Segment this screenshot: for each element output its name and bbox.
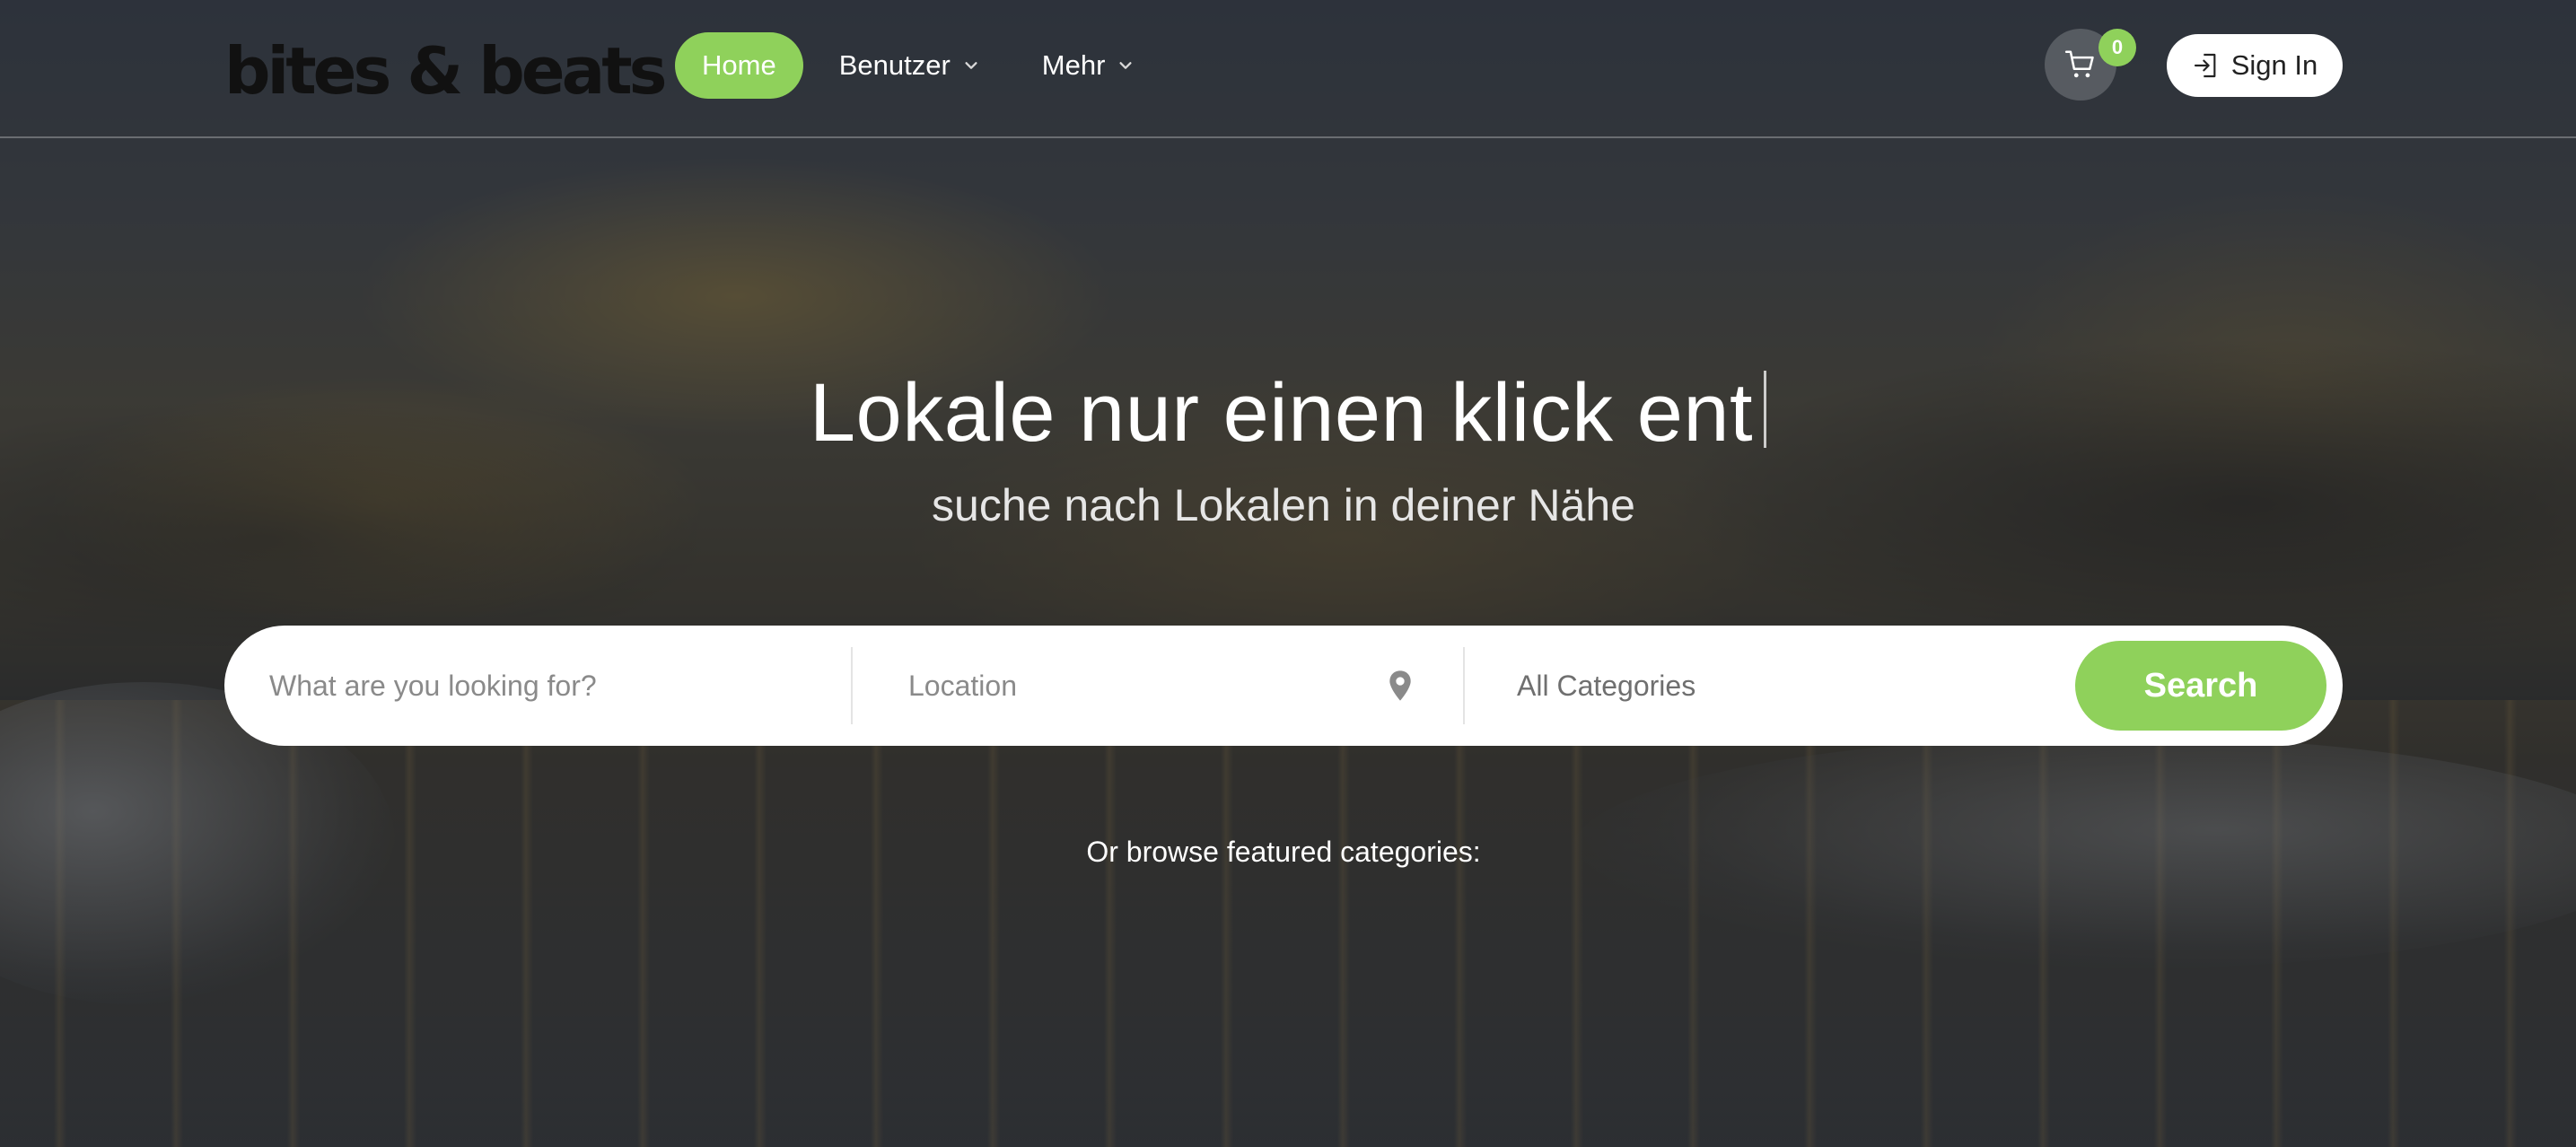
- main-nav: Home Benutzer Mehr: [675, 32, 1161, 99]
- shopping-cart-icon: [2064, 50, 2094, 78]
- sign-in-icon: [2194, 53, 2216, 78]
- search-divider: [1463, 647, 1465, 724]
- hero-title: Lokale nur einen klick ent: [0, 359, 2576, 467]
- sign-in-label: Sign In: [2230, 49, 2318, 81]
- location-field: [907, 626, 1373, 746]
- category-select-value: All Categories: [1517, 669, 1696, 702]
- map-pin-icon[interactable]: [1382, 668, 1418, 704]
- sign-in-button[interactable]: Sign In: [2167, 34, 2343, 97]
- browse-categories-label: Or browse featured categories:: [1086, 836, 1481, 868]
- site-logo[interactable]: bites & beats: [224, 31, 667, 111]
- hero-title-text: Lokale nur einen klick ent: [809, 367, 1754, 459]
- nav-item-benutzer[interactable]: Benutzer: [812, 32, 1006, 99]
- what-field: [267, 626, 824, 746]
- nav-item-label: Benutzer: [838, 49, 951, 81]
- hero-subtitle: suche nach Lokalen in deiner Nähe: [932, 480, 1635, 530]
- search-bar: All Categories Search: [224, 626, 2343, 746]
- nav-item-home[interactable]: Home: [675, 32, 803, 99]
- search-button[interactable]: Search: [2075, 641, 2326, 731]
- nav-item-mehr[interactable]: Mehr: [1015, 32, 1161, 99]
- search-input[interactable]: [267, 668, 824, 704]
- nav-item-label: Home: [702, 49, 776, 81]
- cart-count-badge: 0: [2098, 29, 2136, 66]
- chevron-down-icon: [965, 62, 977, 69]
- search-divider: [851, 647, 853, 724]
- page: bites & beats Home Benutzer Mehr 0 Sign …: [0, 0, 2576, 1147]
- nav-item-label: Mehr: [1041, 49, 1106, 81]
- chevron-down-icon: [1119, 62, 1132, 69]
- search-button-label: Search: [2143, 666, 2258, 705]
- background-overlay: [0, 0, 2576, 1147]
- location-input[interactable]: [907, 668, 1373, 704]
- site-header: bites & beats Home Benutzer Mehr 0 Sign …: [0, 0, 2576, 138]
- category-select[interactable]: All Categories: [1517, 626, 2020, 746]
- typing-caret: [1764, 371, 1767, 448]
